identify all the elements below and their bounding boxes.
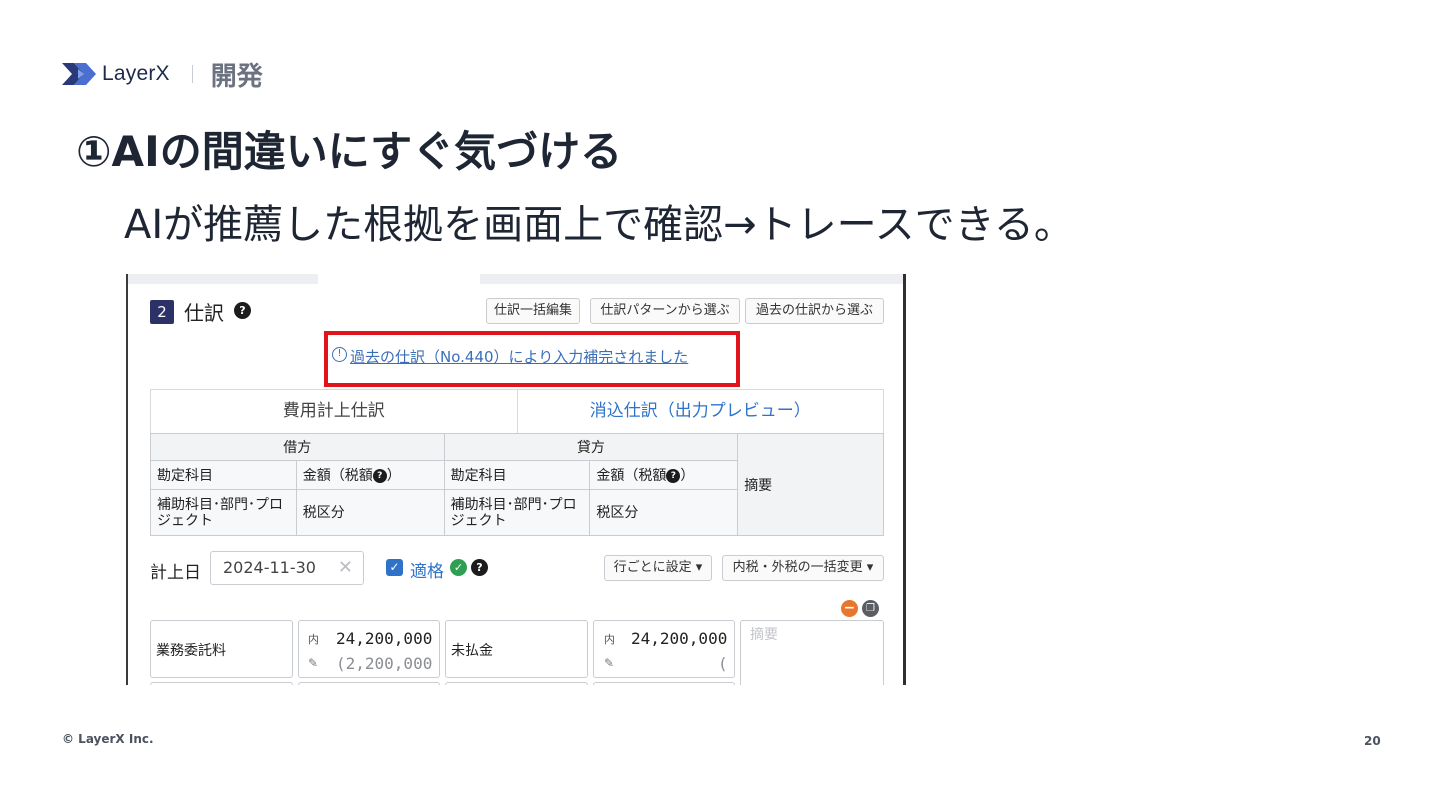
clear-icon[interactable]: ✕ <box>338 552 353 584</box>
journal-table-header: 借方 貸方 摘要 勘定科目 金額（税額?） 勘定科目 金額（税額?） 補助科目･… <box>150 433 884 536</box>
next-row-field[interactable] <box>298 682 440 685</box>
entry-tabs: 費用計上仕訳 消込仕訳（出力プレビュー） <box>150 389 884 433</box>
credit-account-value: 未払金 <box>451 643 493 659</box>
brand-divider <box>191 65 193 83</box>
debit-subaccount-header: 補助科目･部門･プロジェクト <box>150 489 297 536</box>
section-label: 開発 <box>210 61 263 92</box>
journal-entry-screenshot: 2 仕訳 ? 仕訳一括編集 仕訳パターンから選ぶ 過去の仕訳から選ぶ ! 過去の… <box>126 274 906 685</box>
bulk-edit-button[interactable]: 仕訳一括編集 <box>486 298 580 324</box>
credit-subaccount-header: 補助科目･部門･プロジェクト <box>443 489 591 536</box>
help-icon[interactable]: ? <box>666 469 681 483</box>
tax-included-mark: 内 <box>604 633 615 646</box>
copyright: © LayerX Inc. <box>62 732 154 746</box>
memo-header: 摘要 <box>737 433 884 536</box>
tab-clearing-preview[interactable]: 消込仕訳（出力プレビュー） <box>517 390 883 433</box>
debit-header: 借方 <box>150 433 445 461</box>
check-circle-icon: ✓ <box>450 559 467 576</box>
edit-icon[interactable]: ✎ <box>308 656 318 670</box>
screenshot-top-bar <box>128 274 903 284</box>
debit-tax-category-header: 税区分 <box>295 489 445 536</box>
row-setting-dropdown[interactable]: 行ごとに設定 ▾ <box>604 555 712 581</box>
posting-date-label: 計上日 <box>150 563 201 583</box>
pattern-select-button[interactable]: 仕訳パターンから選ぶ <box>590 298 740 324</box>
help-icon[interactable]: ? <box>234 302 251 319</box>
step-badge: 2 <box>150 300 174 324</box>
next-row-field[interactable] <box>445 682 588 685</box>
next-row-field[interactable] <box>150 682 293 685</box>
copy-row-icon[interactable]: ❐ <box>862 600 879 617</box>
debit-account-header: 勘定科目 <box>150 460 297 490</box>
tax-included-mark: 内 <box>308 633 319 646</box>
credit-amount-header: 金額（税額?） <box>589 460 739 490</box>
brand-name: LayerX <box>102 62 170 85</box>
brand-header: LayerX 開発 <box>62 58 263 92</box>
tax-bulk-change-dropdown[interactable]: 内税・外税の一括変更 ▾ <box>722 555 884 581</box>
qualified-label: 適格 <box>410 562 444 582</box>
help-icon[interactable]: ? <box>471 559 488 576</box>
credit-tax-category-header: 税区分 <box>589 489 739 536</box>
past-entry-select-button[interactable]: 過去の仕訳から選ぶ <box>745 298 884 324</box>
step-title: 仕訳 <box>184 301 224 325</box>
debit-account-value: 業務委託料 <box>156 643 226 659</box>
credit-amount-value: 24,200,000 <box>631 629 728 648</box>
debit-tax-value: (2,200,000 <box>336 654 433 673</box>
page-number: 20 <box>1364 734 1381 748</box>
next-row-field[interactable] <box>593 682 735 685</box>
slide-subtitle: AIが推薦した根拠を画面上で確認→トレースできる。 <box>124 202 1074 248</box>
memo-placeholder: 摘要 <box>750 627 778 643</box>
credit-account-header: 勘定科目 <box>443 460 591 490</box>
posting-date-input[interactable]: 2024-11-30 ✕ <box>210 551 364 585</box>
tab-expense-entry[interactable]: 費用計上仕訳 <box>151 390 518 433</box>
slide-title: ①AIの間違いにすぐ気づける <box>76 127 623 176</box>
qualified-checkbox[interactable]: ✓ <box>386 559 403 576</box>
layerx-logo-icon <box>62 63 96 85</box>
help-icon[interactable]: ? <box>372 469 387 483</box>
debit-amount-value: 24,200,000 <box>336 629 433 648</box>
autofill-notice-link[interactable]: 過去の仕訳（No.440）により入力補完されました <box>350 346 688 367</box>
remove-row-icon[interactable]: − <box>841 600 858 617</box>
debit-amount-header: 金額（税額?） <box>295 460 445 490</box>
edit-icon[interactable]: ✎ <box>604 656 614 670</box>
credit-header: 貸方 <box>443 433 739 461</box>
info-icon: ! <box>332 347 347 362</box>
credit-tax-value: ( <box>718 654 728 673</box>
